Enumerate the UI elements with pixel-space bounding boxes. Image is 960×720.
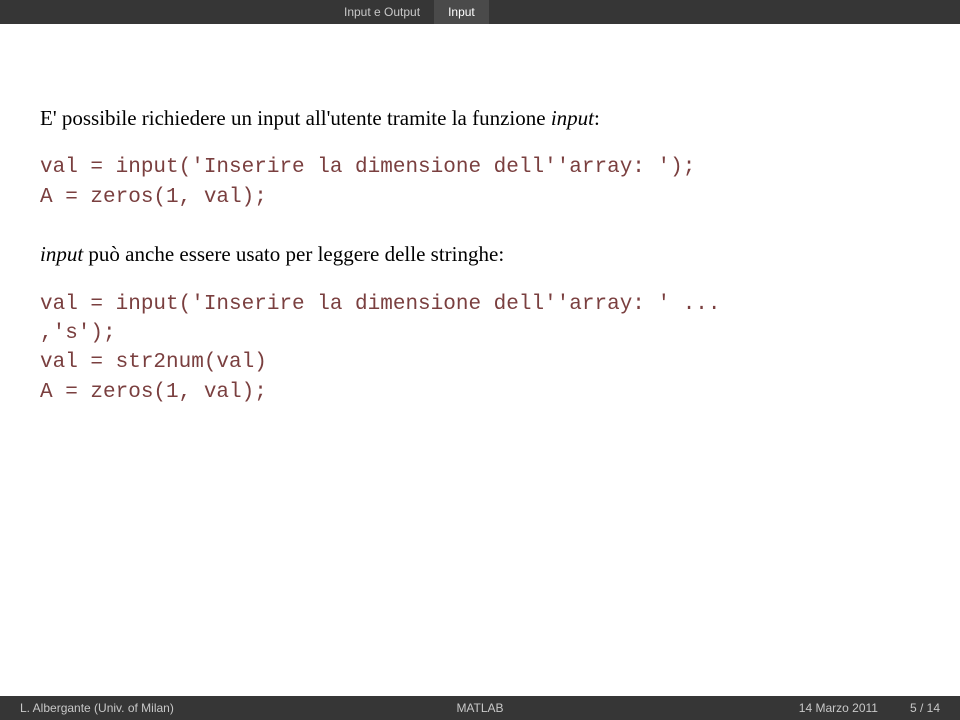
footer-bar: L. Albergante (Univ. of Milan) MATLAB 14… — [0, 696, 960, 720]
paragraph-2: input può anche essere usato per leggere… — [40, 240, 920, 269]
paragraph-1: E' possibile richiedere un input all'ute… — [40, 104, 920, 133]
tab-input-output[interactable]: Input e Output — [330, 0, 434, 24]
footer-title: MATLAB — [456, 701, 503, 715]
footer-date: 14 Marzo 2011 — [799, 701, 878, 715]
footer-right-block: 14 Marzo 2011 5 / 14 — [799, 701, 940, 715]
code-block-2: val = input('Inserire la dimensione dell… — [40, 290, 920, 408]
para1-suffix: : — [594, 106, 600, 130]
tab-input[interactable]: Input — [434, 0, 489, 24]
tab-label: Input — [448, 5, 475, 19]
tab-label: Input e Output — [344, 5, 420, 19]
footer-author: L. Albergante (Univ. of Milan) — [20, 701, 174, 715]
para2-suffix: può anche essere usato per leggere delle… — [83, 242, 504, 266]
func-name: input — [551, 106, 594, 130]
func-name-2: input — [40, 242, 83, 266]
para1-text: E' possibile richiedere un input all'ute… — [40, 106, 551, 130]
footer-page: 5 / 14 — [910, 701, 940, 715]
code-block-1: val = input('Inserire la dimensione dell… — [40, 153, 920, 212]
top-navigation: Input e Output Input — [0, 0, 960, 24]
slide-content: E' possibile richiedere un input all'ute… — [0, 24, 960, 407]
